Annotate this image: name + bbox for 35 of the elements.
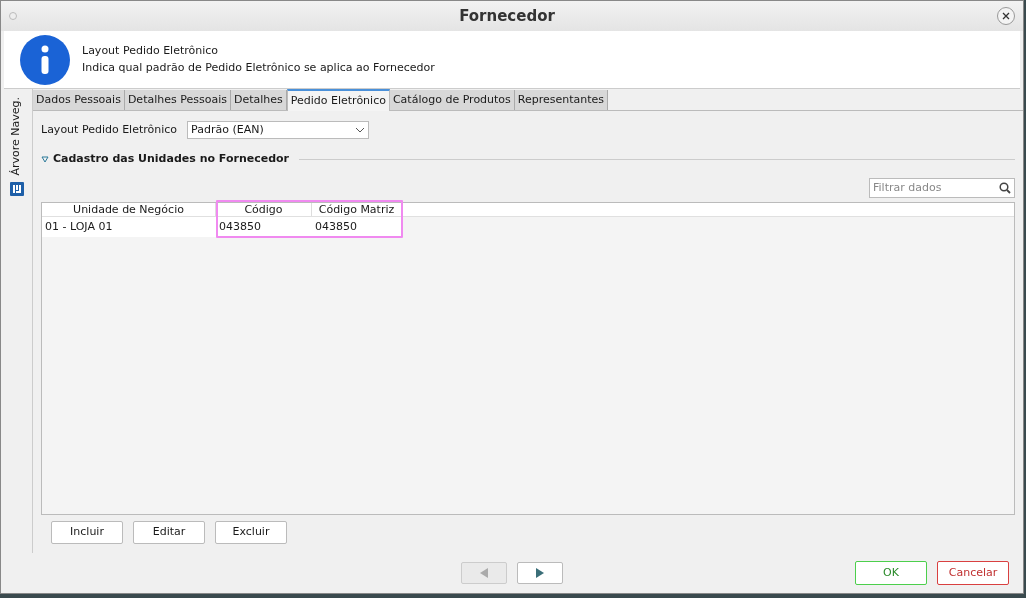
column-header[interactable]: Código [216,202,312,216]
info-icon [20,34,70,85]
tab[interactable]: Representantes [514,90,609,110]
tab[interactable]: Dados Pessoais [33,90,125,110]
chevron-down-icon [355,127,366,133]
right-triangle-icon [534,567,546,579]
table-action-button[interactable]: Incluir [51,520,123,544]
close-icon [1001,11,1011,21]
layout-dropdown[interactable]: Padrão (EAN) [187,121,370,139]
search-icon [999,181,1011,194]
layout-label: Layout Pedido Eletrônico [41,121,178,138]
window-title: Fornecedor [458,5,556,27]
tab[interactable]: Pedido Eletrônico [286,89,390,111]
header-title: Layout Pedido Eletrônico [82,43,220,59]
collapse-toggle[interactable] [41,155,49,164]
ok-button[interactable]: OK [855,561,927,585]
forward-button[interactable] [517,562,563,584]
tab[interactable]: Catálogo de Produtos [389,90,515,110]
table-cell-text: 01 - LOJA 01 [44,218,114,235]
navigation-tree-tab[interactable]: Árvore Naveg. [8,97,25,176]
tab[interactable]: Detalhes Pessoais [124,90,231,110]
filter-field[interactable]: Filtrar dados [869,177,1015,198]
close-button[interactable] [997,7,1015,25]
section-title: Cadastro das Unidades no Fornecedor [53,151,290,167]
column-header[interactable]: Código Matriz [312,202,402,216]
left-triangle-icon [478,567,490,579]
table-cell-text: 043850 [314,218,358,235]
header-description: Indica qual padrão de Pedido Eletrônico se aplica ao Fornecedor [82,59,435,76]
table-action-button[interactable]: Excluir [215,520,287,544]
table-cell-text: 043850 [218,218,262,235]
tab[interactable]: Detalhes [230,90,287,110]
cancel-button[interactable]: Cancelar [937,561,1009,585]
table-action-button[interactable]: Editar [133,520,205,544]
column-header[interactable]: Unidade de Negócio [42,202,216,216]
tree-icon[interactable] [9,181,24,196]
